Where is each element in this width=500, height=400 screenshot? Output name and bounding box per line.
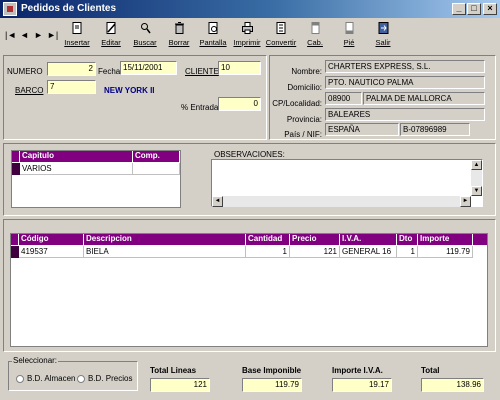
precio-cell: 121: [290, 246, 340, 258]
convertir-button[interactable]: Convertir: [262, 21, 300, 49]
scroll-left-icon[interactable]: ◄: [212, 196, 223, 207]
nombre-label: Nombre:: [291, 67, 322, 76]
nif-value: B-07896989: [400, 123, 470, 136]
fecha-label: Fecha:: [98, 67, 123, 76]
dto-column-header[interactable]: Dto: [397, 234, 418, 245]
precio-column-header[interactable]: Precio: [290, 234, 340, 245]
previous-record-icon[interactable]: ◄: [20, 30, 29, 40]
lines-grid[interactable]: Código Descripcion Cantidad Precio I.V.A…: [10, 233, 488, 347]
scroll-down-icon[interactable]: ▼: [471, 186, 482, 196]
fecha-field[interactable]: 15/11/2001: [120, 61, 177, 75]
base-imponible-label: Base Imponible: [242, 366, 302, 375]
scroll-right-icon[interactable]: ►: [460, 196, 471, 207]
cliente-field[interactable]: 10: [218, 61, 261, 75]
cantidad-cell: 1: [246, 246, 290, 258]
imprimir-button[interactable]: Imprimir: [228, 21, 266, 49]
base-imponible-value: 119.79: [242, 378, 302, 392]
barco-name: NEW YORK II: [104, 86, 155, 95]
importe-column-header[interactable]: Importe: [418, 234, 473, 245]
editar-button[interactable]: Editar: [92, 21, 130, 49]
total-label: Total: [421, 366, 440, 375]
domicilio-value: PTO. NAUTICO PALMA: [325, 76, 485, 89]
codigo-cell: 419537: [19, 246, 84, 258]
entrada-label: % Entrada: [181, 103, 219, 112]
iva-column-header[interactable]: I.V.A.: [340, 234, 397, 245]
domicilio-label: Domicilio:: [287, 83, 322, 92]
importe-iva-label: Importe I.V.A.: [332, 366, 383, 375]
first-record-icon[interactable]: |◄: [5, 30, 16, 40]
numero-field[interactable]: 2: [47, 62, 96, 76]
precios-option-label[interactable]: B.D. Precios: [88, 374, 132, 383]
printer-icon: [242, 22, 253, 34]
last-record-icon[interactable]: ►|: [47, 30, 58, 40]
app-icon: [3, 2, 17, 16]
barco-field[interactable]: 7: [47, 80, 96, 94]
close-button[interactable]: ×: [483, 3, 497, 15]
capitulo-cell: VARIOS: [20, 163, 133, 175]
preview-icon: [208, 22, 218, 34]
scroll-up-icon[interactable]: ▲: [471, 160, 482, 170]
localidad-value: PALMA DE MALLORCA: [363, 92, 485, 105]
precios-radio[interactable]: [77, 375, 85, 383]
selector-label: Seleccionar:: [12, 356, 59, 365]
row-indicator: [12, 163, 20, 175]
almacen-radio[interactable]: [16, 375, 24, 383]
almacen-option-label[interactable]: B.D. Almacen: [27, 374, 75, 383]
edit-icon: [106, 22, 116, 34]
numero-label: NUMERO: [7, 67, 43, 76]
cantidad-column-header[interactable]: Cantidad: [246, 234, 290, 245]
borrar-button[interactable]: Borrar: [160, 21, 198, 49]
pais-value: ESPAÑA: [325, 123, 399, 136]
total-lineas-label: Total Lineas: [150, 366, 197, 375]
row-indicator: [11, 246, 19, 258]
observaciones-vscrollbar[interactable]: ▲ ▼: [471, 160, 482, 196]
provincia-value: BALEARES: [325, 108, 485, 121]
descripcion-cell: BIELA: [84, 246, 246, 258]
insertar-button[interactable]: Insertar: [58, 21, 96, 49]
maximize-button[interactable]: □: [467, 3, 481, 15]
search-icon: [141, 23, 151, 34]
dto-cell: 1: [397, 246, 418, 258]
capitulos-grid[interactable]: Capitulo Comp. VARIOS: [11, 150, 181, 208]
trash-icon: [175, 22, 184, 34]
barco-label[interactable]: BARCO: [15, 86, 43, 95]
comp-column-header[interactable]: Comp.: [133, 151, 180, 162]
convert-icon: [276, 22, 286, 34]
header-icon: [311, 22, 320, 34]
codigo-column-header[interactable]: Código: [19, 234, 84, 245]
cp-label: CP/Localidad:: [272, 99, 322, 108]
provincia-label: Provincia:: [286, 115, 322, 124]
buscar-button[interactable]: Buscar: [126, 21, 164, 49]
total-value: 138.96: [421, 378, 484, 392]
pie-button[interactable]: Pié: [330, 21, 368, 49]
next-record-icon[interactable]: ►: [34, 30, 43, 40]
cab-button[interactable]: Cab.: [296, 21, 334, 49]
title-bar: Pedidos de Clientes _ □ ×: [0, 0, 500, 18]
minimize-button[interactable]: _: [452, 3, 466, 15]
footer-icon: [345, 22, 354, 34]
table-row[interactable]: VARIOS: [12, 163, 180, 175]
table-row[interactable]: 419537 BIELA 1 121 GENERAL 16 1 119.79: [11, 246, 487, 258]
iva-cell: GENERAL 16: [340, 246, 397, 258]
cp-value: 08900: [325, 92, 362, 105]
entrada-field[interactable]: 0: [218, 97, 261, 111]
observaciones-label: OBSERVACIONES:: [214, 150, 285, 159]
salir-button[interactable]: Salir: [364, 21, 402, 49]
nombre-value: CHARTERS EXPRESS, S.L.: [325, 60, 485, 73]
pais-label: País / NIF:: [284, 130, 322, 139]
descripcion-column-header[interactable]: Descripcion: [84, 234, 246, 245]
window-title: Pedidos de Clientes: [21, 3, 117, 14]
cliente-label[interactable]: CLIENTE: [185, 67, 219, 76]
lines-header: Código Descripcion Cantidad Precio I.V.A…: [11, 234, 487, 245]
document-icon: [72, 22, 82, 34]
total-lineas-value: 121: [150, 378, 210, 392]
pantalla-button[interactable]: Pantalla: [194, 21, 232, 49]
capitulo-column-header[interactable]: Capitulo: [20, 151, 133, 162]
exit-icon: [378, 22, 389, 34]
importe-cell: 119.79: [418, 246, 473, 258]
comp-cell: [133, 163, 180, 175]
importe-iva-value: 19.17: [332, 378, 392, 392]
observaciones-hscrollbar[interactable]: ◄ ►: [212, 196, 471, 207]
capitulos-header: Capitulo Comp.: [12, 151, 180, 162]
